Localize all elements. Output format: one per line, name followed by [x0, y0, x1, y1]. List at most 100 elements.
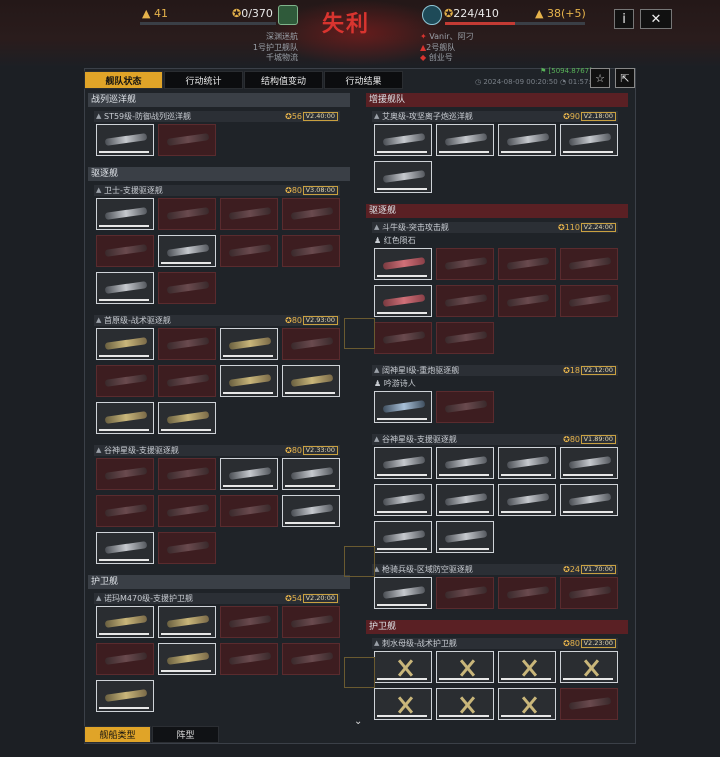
ship-slot[interactable] [436, 124, 494, 156]
ship-slot[interactable] [158, 328, 216, 360]
ship-slot[interactable] [158, 402, 216, 434]
ship-slot[interactable] [374, 651, 432, 683]
ship-slot[interactable] [560, 651, 618, 683]
close-button[interactable]: ✕ [640, 9, 672, 29]
ship-header[interactable]: ▲ 刺水母级-战术护卫舰 ✪80 V2.23:00 [372, 638, 618, 649]
ship-slot[interactable] [96, 124, 154, 156]
ship-slot[interactable] [220, 235, 278, 267]
ship-slot[interactable] [436, 248, 494, 280]
ship-slot[interactable] [158, 365, 216, 397]
ship-slot[interactable] [96, 365, 154, 397]
ship-header[interactable]: ▲ ST59级-防御战列巡洋舰 ✪56 V2.40:00 [94, 111, 340, 122]
ship-slot[interactable] [498, 688, 556, 720]
ship-slot[interactable] [220, 606, 278, 638]
ship-slot[interactable] [374, 248, 432, 280]
ship-slot[interactable] [96, 402, 154, 434]
ship-slot[interactable] [498, 285, 556, 317]
ship-slot[interactable] [96, 532, 154, 564]
ship-slot[interactable] [220, 458, 278, 490]
ship-slot[interactable] [96, 495, 154, 527]
ship-slot[interactable] [282, 643, 340, 675]
ship-slot[interactable] [560, 484, 618, 516]
ship-slot[interactable] [436, 484, 494, 516]
ship-header[interactable]: ▲ 斗牛级-突击攻击舰 ✪110 V2.24:00 [372, 222, 618, 233]
ship-slot[interactable] [436, 285, 494, 317]
ship-header[interactable]: ▲ 诺玛M470级-支援护卫舰 ✪54 V2.20:00 [94, 593, 340, 604]
ship-slot[interactable] [282, 606, 340, 638]
ship-slot[interactable] [374, 161, 432, 193]
ship-slot[interactable] [436, 688, 494, 720]
ship-slot[interactable] [96, 328, 154, 360]
tab-fleet-status[interactable]: 舰队状态 [84, 71, 163, 89]
ship-slot[interactable] [96, 680, 154, 712]
ship-slot[interactable] [374, 322, 432, 354]
ship-slot[interactable] [436, 322, 494, 354]
ship-slot[interactable] [498, 651, 556, 683]
ship-header[interactable]: ▲ 艾奥级-攻坚离子炮巡洋舰 ✪90 V2.18:00 [372, 111, 618, 122]
ship-header[interactable]: ▲ 谷神星级-支援驱逐舰 ✪80 V2.33:00 [94, 445, 340, 456]
ship-slot[interactable] [158, 532, 216, 564]
ship-slot[interactable] [436, 651, 494, 683]
ship-slot[interactable] [560, 447, 618, 479]
ship-slot[interactable] [220, 643, 278, 675]
ship-slot[interactable] [282, 328, 340, 360]
ship-slot[interactable] [374, 447, 432, 479]
ship-header[interactable]: ▲ 首原级-战术驱逐舰 ✪80 V2.93:00 [94, 315, 340, 326]
ship-slot[interactable] [374, 577, 432, 609]
ship-slot[interactable] [282, 235, 340, 267]
ship-slot[interactable] [158, 643, 216, 675]
ship-header[interactable]: ▲ 枪骑兵级-区域防空驱逐舰 ✪24 V1.70:00 [372, 564, 618, 575]
ship-slot[interactable] [158, 606, 216, 638]
ship-slot[interactable] [282, 495, 340, 527]
tab-action-results[interactable]: 行动结果 [324, 71, 403, 89]
ship-slot[interactable] [374, 285, 432, 317]
ship-slot[interactable] [158, 495, 216, 527]
scroll-down-chevron-icon[interactable]: ⌄ [354, 716, 362, 727]
ship-header[interactable]: ▲ 谷神星级-支援驱逐舰 ✪80 V1.89:00 [372, 434, 618, 445]
ship-slot[interactable] [374, 124, 432, 156]
ship-slot[interactable] [374, 688, 432, 720]
ship-header[interactable]: ▲ 卫士-支援驱逐舰 ✪80 V3.08:00 [94, 185, 340, 196]
ship-slot[interactable] [158, 458, 216, 490]
ship-slot[interactable] [96, 643, 154, 675]
ship-slot[interactable] [158, 198, 216, 230]
ship-slot[interactable] [96, 606, 154, 638]
ship-slot[interactable] [282, 365, 340, 397]
ship-slot[interactable] [560, 285, 618, 317]
ship-slot[interactable] [560, 577, 618, 609]
ship-slot[interactable] [374, 391, 432, 423]
ship-header[interactable]: ▲ 阔神星I级-重炮驱逐舰 ✪18 V2.12:00 [372, 365, 618, 376]
ship-slot[interactable] [282, 458, 340, 490]
ship-slot[interactable] [220, 328, 278, 360]
ship-slot[interactable] [96, 235, 154, 267]
ship-slot[interactable] [560, 688, 618, 720]
ship-slot[interactable] [158, 235, 216, 267]
ship-slot[interactable] [220, 495, 278, 527]
ship-slot[interactable] [220, 365, 278, 397]
ship-slot[interactable] [498, 577, 556, 609]
ship-slot[interactable] [96, 198, 154, 230]
favorite-star-icon[interactable]: ☆ [590, 68, 610, 88]
ship-slot[interactable] [436, 447, 494, 479]
ship-slot[interactable] [158, 272, 216, 304]
ship-slot[interactable] [96, 458, 154, 490]
ship-slot[interactable] [436, 577, 494, 609]
ship-slot[interactable] [560, 124, 618, 156]
ship-slot[interactable] [374, 521, 432, 553]
ship-slot[interactable] [498, 447, 556, 479]
ship-slot[interactable] [498, 124, 556, 156]
ship-slot[interactable] [374, 484, 432, 516]
ship-slot[interactable] [498, 248, 556, 280]
ship-slot[interactable] [498, 484, 556, 516]
ship-slot[interactable] [436, 521, 494, 553]
tab-action-stats[interactable]: 行动统计 [164, 71, 243, 89]
share-icon[interactable]: ⇱ [615, 68, 635, 88]
tab-structure-changes[interactable]: 结构值变动 [244, 71, 323, 89]
tab-formation[interactable]: 阵型 [152, 726, 219, 743]
ship-slot[interactable] [560, 248, 618, 280]
tab-ship-type[interactable]: 舰船类型 [84, 726, 151, 743]
ship-slot[interactable] [282, 198, 340, 230]
ship-slot[interactable] [96, 272, 154, 304]
ship-slot[interactable] [158, 124, 216, 156]
ship-slot[interactable] [220, 198, 278, 230]
